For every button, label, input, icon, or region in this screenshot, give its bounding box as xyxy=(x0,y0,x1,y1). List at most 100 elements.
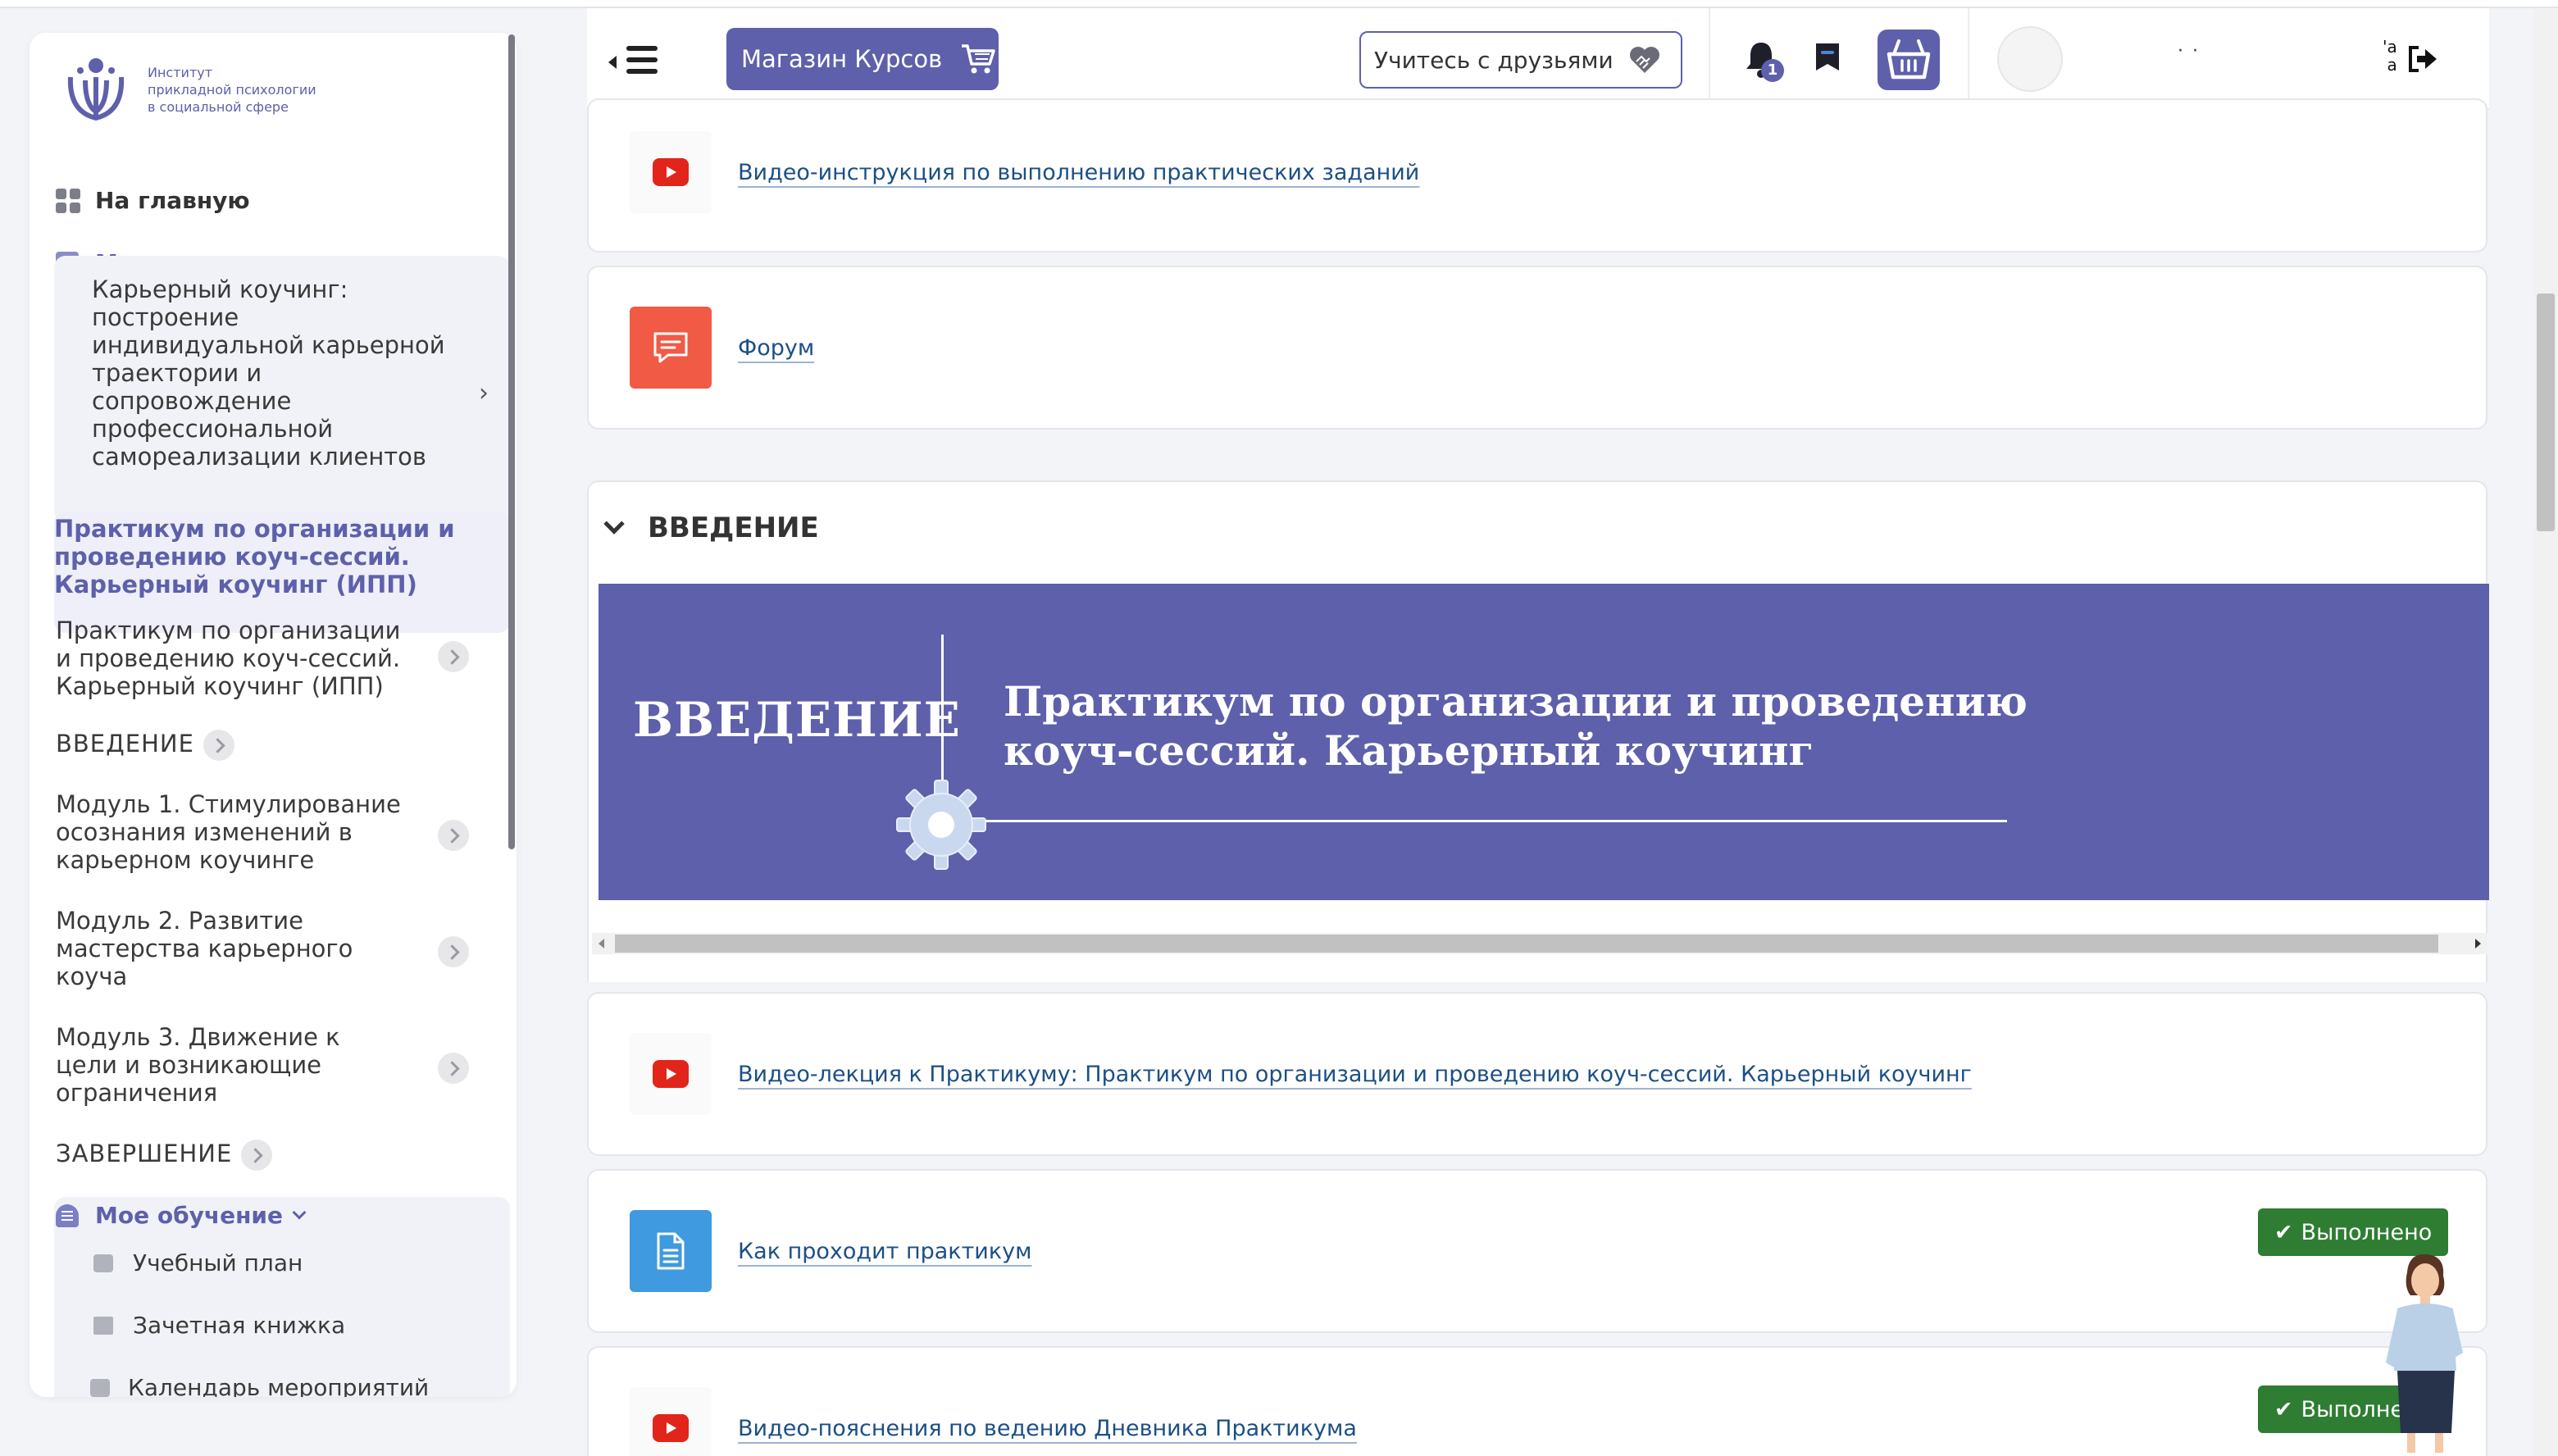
activity-item[interactable]: Видео-инструкция по выполнению практичес… xyxy=(630,131,1419,213)
browser-top-edge xyxy=(0,0,2558,8)
document-icon xyxy=(630,1210,712,1292)
activity-item[interactable]: Как проходит практикум xyxy=(630,1210,1032,1292)
sidebar-item-gradebook[interactable]: Зачетная книжка xyxy=(93,1312,345,1339)
graduation-cap-icon xyxy=(56,1203,79,1227)
menu-toggle-button[interactable] xyxy=(608,43,658,84)
study-with-friends-label: Учитесь с друзьями xyxy=(1374,46,1614,74)
user-avatar[interactable] xyxy=(1997,26,2063,92)
banner-title: Практикум по организации и проведению ко… xyxy=(1004,677,2151,776)
banner-horizontal-scrollbar[interactable] xyxy=(592,933,2487,954)
completion-status-label: Выполнено xyxy=(2301,1219,2433,1245)
chevron-right-icon[interactable] xyxy=(438,820,469,851)
chevron-right-icon: › xyxy=(479,379,489,407)
logo-line: Институт xyxy=(148,64,213,80)
basket-button[interactable] xyxy=(1878,30,1940,90)
handshake-heart-icon xyxy=(1629,47,1659,73)
sidebar-item-calendar[interactable]: Календарь мероприятий xyxy=(90,1374,429,1397)
caret-left-icon xyxy=(608,56,617,69)
forum-icon xyxy=(630,307,712,389)
user-name[interactable]: · · xyxy=(2178,41,2200,61)
program-item[interactable]: Карьерный коучинг: построение индивидуал… xyxy=(54,256,510,523)
message-icon[interactable] xyxy=(1814,41,1841,79)
chevron-right-icon[interactable] xyxy=(203,730,234,761)
shopping-bag-icon xyxy=(1887,39,1931,80)
course-shop-button[interactable]: Магазин Курсов xyxy=(726,28,999,90)
activity-card: Видео-инструкция по выполнению практичес… xyxy=(587,98,2487,253)
course-shop-label: Магазин Курсов xyxy=(741,45,943,73)
logo-line: прикладной психологии xyxy=(148,81,316,98)
scroll-right-arrow-icon[interactable] xyxy=(2475,939,2481,949)
activity-link[interactable]: Видео-инструкция по выполнению практичес… xyxy=(738,160,1419,185)
home-link[interactable]: На главную xyxy=(56,187,250,214)
calendar-label: Календарь мероприятий xyxy=(128,1374,430,1397)
gradebook-label: Зачетная книжка xyxy=(133,1312,346,1339)
chevron-right-icon[interactable] xyxy=(438,641,469,672)
sidebar-item-module-2[interactable]: Модуль 2. Развитие мастерства карьерного… xyxy=(56,907,384,990)
calendar-icon xyxy=(90,1378,110,1397)
gear-icon xyxy=(896,780,986,870)
activity-link[interactable]: Видео-пояснения по ведению Дневника Прак… xyxy=(738,1416,1357,1441)
lang-top: 'a xyxy=(2383,37,2397,57)
sidebar-item-course[interactable]: Практикум по организации и проведению ко… xyxy=(56,617,416,700)
top-bar: Магазин Курсов Учитесь с друзьями 1 · · … xyxy=(587,8,2489,110)
my-learning-label: Мое обучение xyxy=(95,1202,284,1229)
sidebar: Институт прикладной психологии в социаль… xyxy=(30,33,517,1397)
activity-item[interactable]: Форум xyxy=(630,307,814,389)
section-header[interactable]: ВВЕДЕНИЕ xyxy=(603,512,819,544)
logo-icon xyxy=(67,58,125,121)
home-label: На главную xyxy=(95,187,250,214)
page-scrollbar[interactable] xyxy=(2533,8,2558,1456)
activity-link[interactable]: Видео-лекция к Практикуму: Практикум по … xyxy=(738,1062,1972,1087)
study-with-friends-button[interactable]: Учитесь с друзьями xyxy=(1359,31,1682,89)
logout-icon[interactable] xyxy=(2406,44,2438,74)
language-switch[interactable]: 'a a xyxy=(2383,38,2397,74)
sidebar-item-module-1[interactable]: Модуль 1. Стимулирование осознания измен… xyxy=(56,790,416,874)
activity-item[interactable]: Видео-пояснения по ведению Дневника Прак… xyxy=(630,1387,1357,1456)
banner-title-line: коуч-сессий. Карьерный коучинг xyxy=(1004,726,1814,775)
study-plan-icon xyxy=(93,1254,113,1272)
divider xyxy=(1968,8,1969,108)
chevron-down-icon xyxy=(292,1205,307,1219)
chevron-right-icon[interactable] xyxy=(438,1053,469,1084)
sidebar-item-intro[interactable]: ВВЕДЕНИЕ xyxy=(56,730,416,758)
check-icon: ✔ xyxy=(2274,1396,2293,1422)
youtube-icon xyxy=(630,1387,712,1456)
section-banner: ВВЕДЕНИЕ Практикум по организации и пров… xyxy=(599,584,2489,900)
cart-icon xyxy=(962,44,995,74)
banner-title-line: Практикум по организации и проведению xyxy=(1004,677,2028,726)
sidebar-item-study-plan[interactable]: Учебный план xyxy=(93,1249,303,1276)
notification-badge: 1 xyxy=(1761,59,1784,82)
sidebar-item-completion[interactable]: ЗАВЕРШЕНИЕ xyxy=(56,1140,416,1167)
scroll-left-arrow-icon[interactable] xyxy=(599,939,604,949)
lang-bottom: a xyxy=(2387,55,2397,75)
sidebar-item-module-3[interactable]: Модуль 3. Движение к цели и возникающие … xyxy=(56,1023,400,1107)
activity-card: Видео-лекция к Практикуму: Практикум по … xyxy=(587,992,2487,1156)
youtube-icon xyxy=(630,1033,712,1115)
chevron-right-icon[interactable] xyxy=(438,936,469,967)
activity-link[interactable]: Форум xyxy=(738,335,814,361)
chart-icon xyxy=(93,1316,113,1335)
dashboard-icon xyxy=(56,188,80,213)
activity-card: Видео-пояснения по ведению Дневника Прак… xyxy=(587,1346,2487,1456)
section-title: ВВЕДЕНИЕ xyxy=(648,512,819,544)
activity-card: Как проходит практикум ✔ Выполнено xyxy=(587,1169,2487,1333)
scroll-thumb[interactable] xyxy=(615,935,2438,953)
youtube-icon xyxy=(630,131,712,213)
page-scroll-thumb[interactable] xyxy=(2537,293,2555,531)
chevron-down-icon xyxy=(603,513,625,535)
logo-line: в социальной сфере xyxy=(148,98,289,115)
divider xyxy=(1709,8,1710,108)
activity-card: Форум xyxy=(587,266,2487,430)
chevron-right-icon[interactable] xyxy=(241,1140,272,1171)
assistant-character-icon[interactable] xyxy=(2376,1248,2466,1456)
sidebar-scrollbar[interactable] xyxy=(508,34,515,849)
study-plan-label: Учебный план xyxy=(133,1249,303,1276)
activity-link[interactable]: Как проходит практикум xyxy=(738,1239,1032,1264)
institute-logo[interactable]: Институт прикладной психологии в социаль… xyxy=(61,54,316,125)
my-learning-toggle[interactable]: Мое обучение xyxy=(56,1202,307,1229)
banner-line xyxy=(984,820,2007,822)
active-course[interactable]: Практикум по организации и проведению ко… xyxy=(54,512,510,633)
banner-label: ВВЕДЕНИЕ xyxy=(633,692,961,748)
activity-item[interactable]: Видео-лекция к Практикуму: Практикум по … xyxy=(630,1033,1972,1115)
check-icon: ✔ xyxy=(2274,1219,2293,1245)
